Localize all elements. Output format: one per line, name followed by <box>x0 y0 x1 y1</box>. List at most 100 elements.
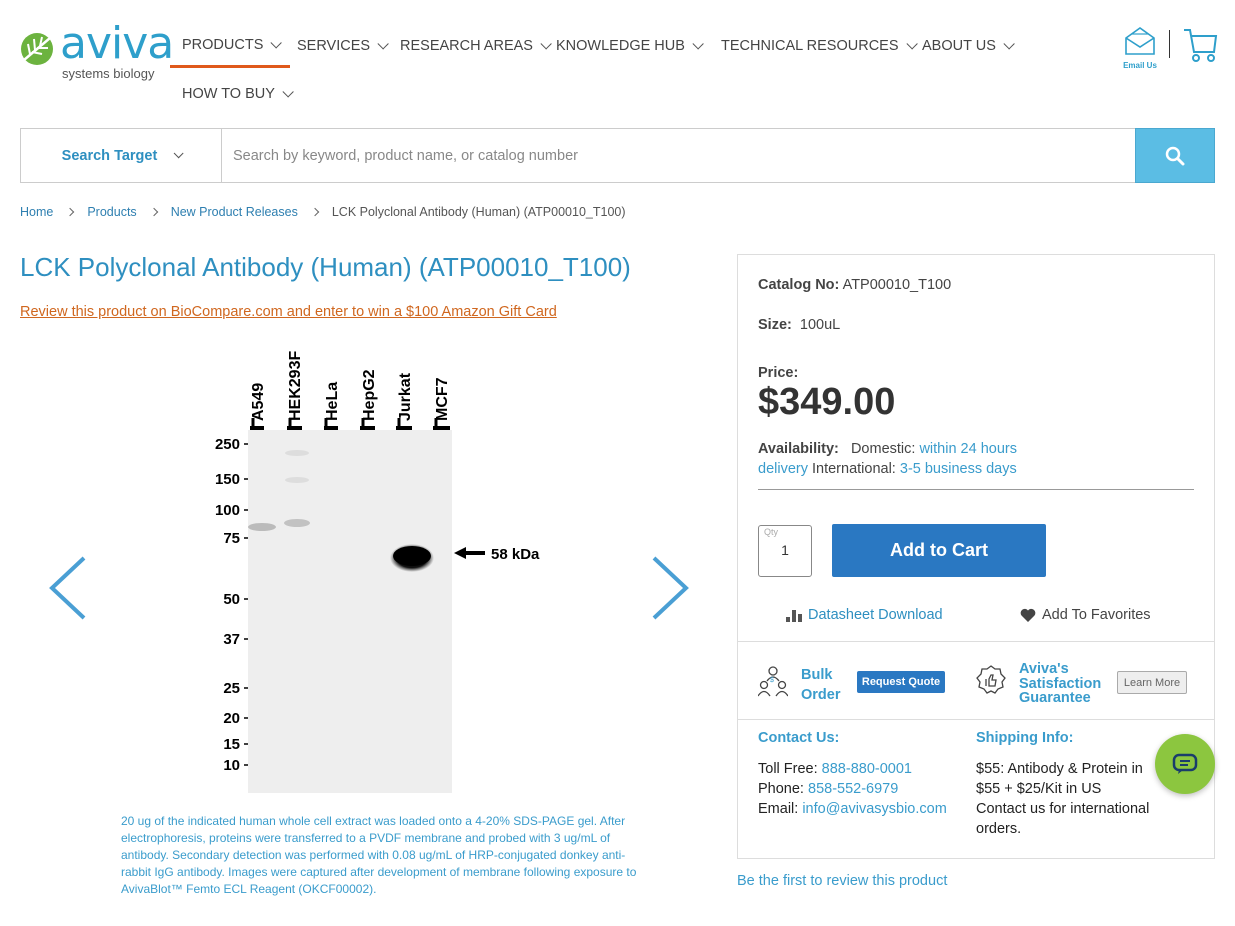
lane-label: Jurkat <box>397 372 414 421</box>
svg-text:$: $ <box>770 677 774 684</box>
bulk-order-icon: $ <box>758 666 788 697</box>
satisfaction-guarantee-label: Aviva's Satisfaction Guarantee <box>1019 662 1101 706</box>
chat-bubble-icon <box>1172 753 1198 774</box>
divider <box>758 489 1194 490</box>
main-nav: PRODUCTS SERVICES RESEARCH AREAS KNOWLED… <box>170 24 1050 124</box>
mw-marker: 15 <box>223 736 240 753</box>
band-size-label: 58 kDa <box>491 546 540 563</box>
phone-label: Phone: <box>758 781 804 797</box>
search-input[interactable] <box>223 129 1135 182</box>
toll-free-link[interactable]: 888-880-0001 <box>822 761 912 777</box>
chevron-right-icon <box>66 207 75 217</box>
bar-chart-icon <box>786 610 802 622</box>
international-value: 3-5 business days <box>899 461 1017 477</box>
cart-icon[interactable] <box>1182 26 1218 69</box>
sat-line: Guarantee <box>1019 690 1091 706</box>
shipping-line: $55: Antibody & Protein in <box>976 761 1143 777</box>
image-caption: 20 ug of the indicated human whole cell … <box>121 814 637 896</box>
price-value: $349.00 <box>758 381 896 423</box>
aviva-logo[interactable]: aviva systems biology <box>20 18 174 84</box>
chevron-down-icon <box>692 38 704 50</box>
shipping-line: $55 + $25/Kit in US <box>976 781 1102 797</box>
mw-marker: 20 <box>223 710 240 727</box>
nav-label: RESEARCH AREAS <box>400 38 533 54</box>
chevron-down-icon <box>1003 38 1015 50</box>
chevron-left-icon <box>49 556 86 620</box>
search-bar: Search Target <box>20 128 1215 183</box>
breadcrumb-current: LCK Polyclonal Antibody (Human) (ATP0001… <box>331 205 626 219</box>
chevron-down-icon <box>282 86 294 98</box>
nav-services[interactable]: SERVICES <box>285 24 397 68</box>
carousel-prev-arrow[interactable] <box>48 556 88 625</box>
mw-marker: 150 <box>215 471 240 488</box>
write-review-link[interactable]: Be the first to review this product <box>737 873 947 889</box>
breadcrumb-home[interactable]: Home <box>20 205 53 219</box>
thumbs-up-badge-icon <box>976 665 1006 694</box>
chevron-right-icon <box>310 207 320 217</box>
add-to-cart-button[interactable]: Add to Cart <box>832 524 1046 577</box>
favorites-label: Add To Favorites <box>1042 607 1151 623</box>
datasheet-download-link[interactable]: Datasheet Download <box>786 607 943 623</box>
leaf-logo-icon <box>21 33 53 65</box>
carousel-next-arrow[interactable] <box>650 556 690 625</box>
mw-marker: 100 <box>215 502 240 519</box>
shipping-line: Contact us for international orders. <box>976 801 1150 837</box>
search-button[interactable] <box>1135 128 1215 183</box>
domestic-value-cont: delivery <box>758 461 808 477</box>
western-blot-image: A549 HEK293F HeLa HepG2 Jurkat MCF7 250 … <box>215 351 540 793</box>
nav-label: PRODUCTS <box>182 36 264 53</box>
nav-about-us[interactable]: ABOUT US <box>910 24 1023 68</box>
chat-button[interactable] <box>1155 734 1215 794</box>
catalog-number: Catalog No: ATP00010_T100 <box>758 277 951 293</box>
phone-link[interactable]: 858-552-6979 <box>808 781 898 797</box>
contact-info: Toll Free: 888-880-0001 Phone: 858-552-6… <box>758 759 947 819</box>
mw-marker: 50 <box>223 591 240 608</box>
availability: Availability: Domestic: within 24 hours … <box>758 439 1048 479</box>
page-title: LCK Polyclonal Antibody (Human) (ATP0001… <box>20 252 631 282</box>
lane-label: HEK293F <box>287 351 304 421</box>
breadcrumb: Home Products New Product Releases LCK P… <box>20 205 626 219</box>
mw-marker: 75 <box>223 530 240 547</box>
catalog-label: Catalog No: <box>758 277 840 293</box>
shipping-heading: Shipping Info: <box>976 730 1074 746</box>
international-label: International: <box>812 461 896 477</box>
biocompare-promo-link[interactable]: Review this product on BioCompare.com an… <box>20 304 557 320</box>
nav-how-to-buy[interactable]: HOW TO BUY <box>170 72 302 116</box>
lane-label: HeLa <box>324 382 341 421</box>
search-target-dropdown[interactable]: Search Target <box>21 129 222 182</box>
divider <box>738 719 1214 720</box>
contact-heading: Contact Us: <box>758 730 840 746</box>
heart-icon <box>1020 608 1036 622</box>
nav-knowledge-hub[interactable]: KNOWLEDGE HUB <box>544 24 712 68</box>
lane-label: MCF7 <box>434 377 451 421</box>
email-link[interactable]: info@avivasysbio.com <box>802 801 946 817</box>
nav-technical-resources[interactable]: TECHNICAL RESOURCES <box>709 24 926 68</box>
chevron-down-icon <box>173 148 184 159</box>
nav-research-areas[interactable]: RESEARCH AREAS <box>388 24 560 68</box>
email-us-button[interactable]: Email Us <box>1120 26 1160 70</box>
availability-label: Availability: <box>758 441 839 457</box>
toll-free-label: Toll Free: <box>758 761 818 777</box>
brand-tagline: systems biology <box>62 66 155 81</box>
email-label: Email: <box>758 801 799 817</box>
qty-label: Qty <box>764 527 779 537</box>
email-us-label: Email Us <box>1123 61 1157 70</box>
chevron-right-icon <box>149 207 158 217</box>
mw-marker: 37 <box>223 631 240 648</box>
learn-more-button[interactable]: Learn More <box>1117 671 1187 694</box>
mw-marker: 250 <box>215 436 240 453</box>
add-to-favorites-link[interactable]: Add To Favorites <box>1020 607 1151 623</box>
divider <box>738 641 1214 642</box>
nav-label: HOW TO BUY <box>182 86 275 102</box>
request-quote-button[interactable]: Request Quote <box>857 671 945 693</box>
breadcrumb-products[interactable]: Products <box>87 205 136 219</box>
quantity-field[interactable]: Qty 1 <box>758 525 812 577</box>
size: Size: 100uL <box>758 317 840 333</box>
bulk-order-label: Bulk Order <box>801 665 841 705</box>
header-divider <box>1169 30 1170 58</box>
breadcrumb-new-releases[interactable]: New Product Releases <box>171 205 298 219</box>
datasheet-label: Datasheet Download <box>808 607 943 623</box>
nav-products[interactable]: PRODUCTS <box>170 24 291 68</box>
lane-label: HepG2 <box>361 369 378 421</box>
search-target-label: Search Target <box>61 147 158 164</box>
